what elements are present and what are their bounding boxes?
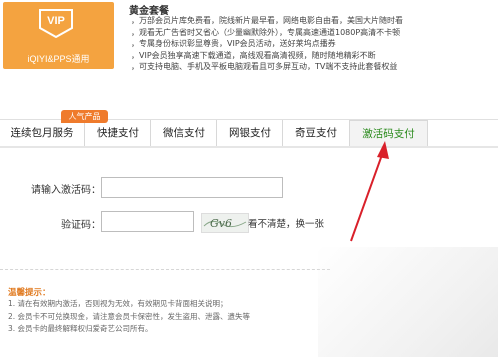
captcha-text: Gv6 <box>210 217 232 230</box>
tips-title: 温馨提示： <box>8 288 51 298</box>
vip-card: VIP iQIYI&PPS通用 <box>3 2 114 69</box>
divider <box>0 269 330 270</box>
tab-quick-pay[interactable]: 快捷支付 <box>84 120 151 146</box>
tip-item: 3. 会员卡的最终解释权归爱奇艺公司所有。 <box>8 324 153 333</box>
vip-card-subtitle: iQIYI&PPS通用 <box>27 54 90 64</box>
tip-item: 1. 请在有效期内激活，否则视为无效，有效期见卡背面相关说明； <box>8 299 228 308</box>
feature-item: ，可支持电脑、手机及平板电脑观看且可多屏互动，TV端不支持此套餐权益 <box>131 62 398 72</box>
tip-item: 2. 会员卡不可兑换现金，请注意会员卡保密性，发生盗用、泄露、遗失等 <box>8 311 251 321</box>
tab-online-bank-pay[interactable]: 网银支付 <box>216 120 283 146</box>
activation-code-label: 请输入激活码： <box>31 185 101 196</box>
feature-item: ，VIP会员独享高速下载通道，高线观看高清视频，随时随地精彩不断 <box>131 50 376 60</box>
tab-monthly-subscription[interactable]: 连续包月服务 <box>0 120 84 146</box>
captcha-label: 验证码： <box>61 220 101 231</box>
vip-badge-text: VIP <box>47 15 65 27</box>
captcha-image[interactable]: Gv6 <box>201 213 249 233</box>
vip-badge-icon: VIP <box>38 8 74 38</box>
captcha-input[interactable] <box>101 211 194 232</box>
activation-code-input[interactable] <box>101 177 283 198</box>
hot-badge: 人气产品 <box>61 110 108 123</box>
tab-activation-code-pay[interactable]: 激活码支付 <box>349 120 428 148</box>
feature-item: ，观看无广告省时又省心（少量幽默除外），专属高速通道1080P高清不卡顿 <box>131 27 401 37</box>
feature-item: ，专属身份标识彰显尊贵，VIP会员活动，送好莱坞点播券 <box>131 39 336 49</box>
feature-item: ，万部会员片库免费看，院线新片最早看，网络电影自由看，美国大片随时看 <box>131 16 403 25</box>
refresh-captcha-link[interactable]: 看不清楚，换一张 <box>248 216 324 230</box>
payment-tab-bar: 人气产品 连续包月服务 快捷支付 微信支付 网银支付 奇豆支付 激活码支付 <box>0 110 498 148</box>
tab-wechat-pay[interactable]: 微信支付 <box>150 120 217 146</box>
faded-overlay <box>318 247 498 357</box>
tab-qidou-pay[interactable]: 奇豆支付 <box>282 120 349 146</box>
tips-list: 1. 请在有效期内激活，否则视为无效，有效期见卡背面相关说明； 2. 会员卡不可… <box>8 298 250 336</box>
feature-list: ，万部会员片库免费看，院线新片最早看，网络电影自由看，美国大片随时看 ，观看无广… <box>131 15 403 73</box>
